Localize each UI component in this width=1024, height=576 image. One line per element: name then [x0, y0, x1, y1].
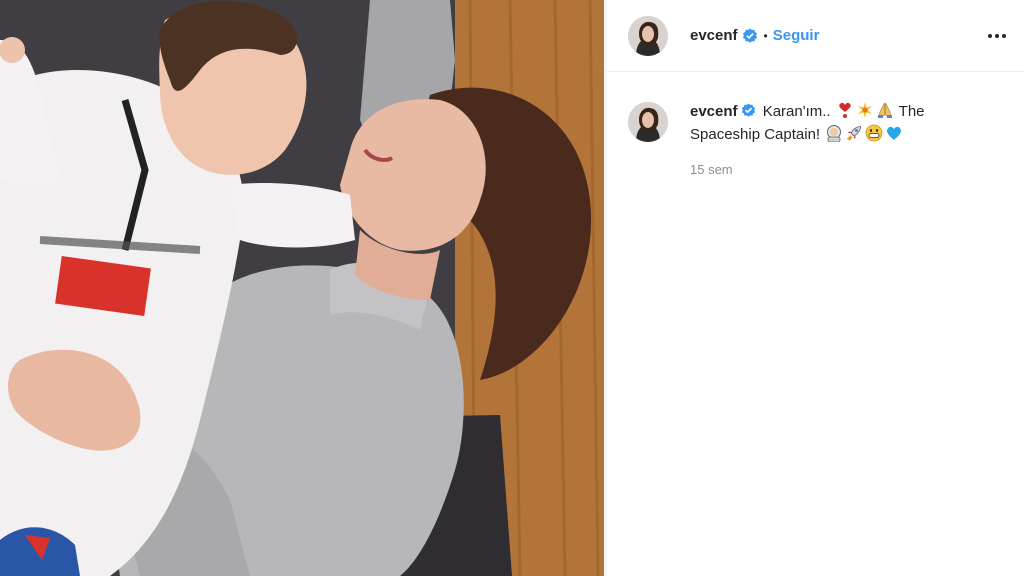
avatar-image — [628, 102, 668, 142]
post-timestamp[interactable]: 15 sem — [690, 162, 1024, 177]
post-side-panel: evcenf • Seguir evcenf Karan'ım.. The Sp… — [605, 0, 1024, 576]
caption-text-1: Karan'ım.. — [762, 103, 831, 120]
avatar-image — [628, 15, 668, 56]
folded-hands-icon — [877, 102, 892, 118]
more-options-icon[interactable] — [986, 28, 1008, 44]
caption-username[interactable]: evcenf — [690, 103, 738, 120]
sparkle-icon — [857, 102, 872, 118]
post-photo[interactable] — [0, 0, 604, 576]
verified-badge-icon — [741, 103, 755, 117]
post-header: evcenf • Seguir — [606, 0, 1024, 72]
astronaut-icon — [827, 125, 842, 142]
caption-avatar[interactable] — [628, 102, 668, 142]
caption-comment: evcenf Karan'ım.. The Spaceship Captain! — [606, 72, 1024, 146]
red-heart-exclamation-icon — [838, 102, 851, 118]
verified-badge-icon — [742, 28, 757, 43]
grinning-face-icon — [865, 124, 883, 142]
header-username[interactable]: evcenf — [690, 27, 738, 44]
separator-dot: • — [763, 28, 768, 43]
rocket-icon — [847, 126, 862, 141]
blue-heart-icon — [887, 126, 902, 140]
caption-body: evcenf Karan'ım.. The Spaceship Captain! — [690, 100, 990, 146]
avatar[interactable] — [628, 15, 668, 56]
post-photo-illustration — [0, 0, 604, 576]
follow-button[interactable]: Seguir — [773, 27, 820, 44]
